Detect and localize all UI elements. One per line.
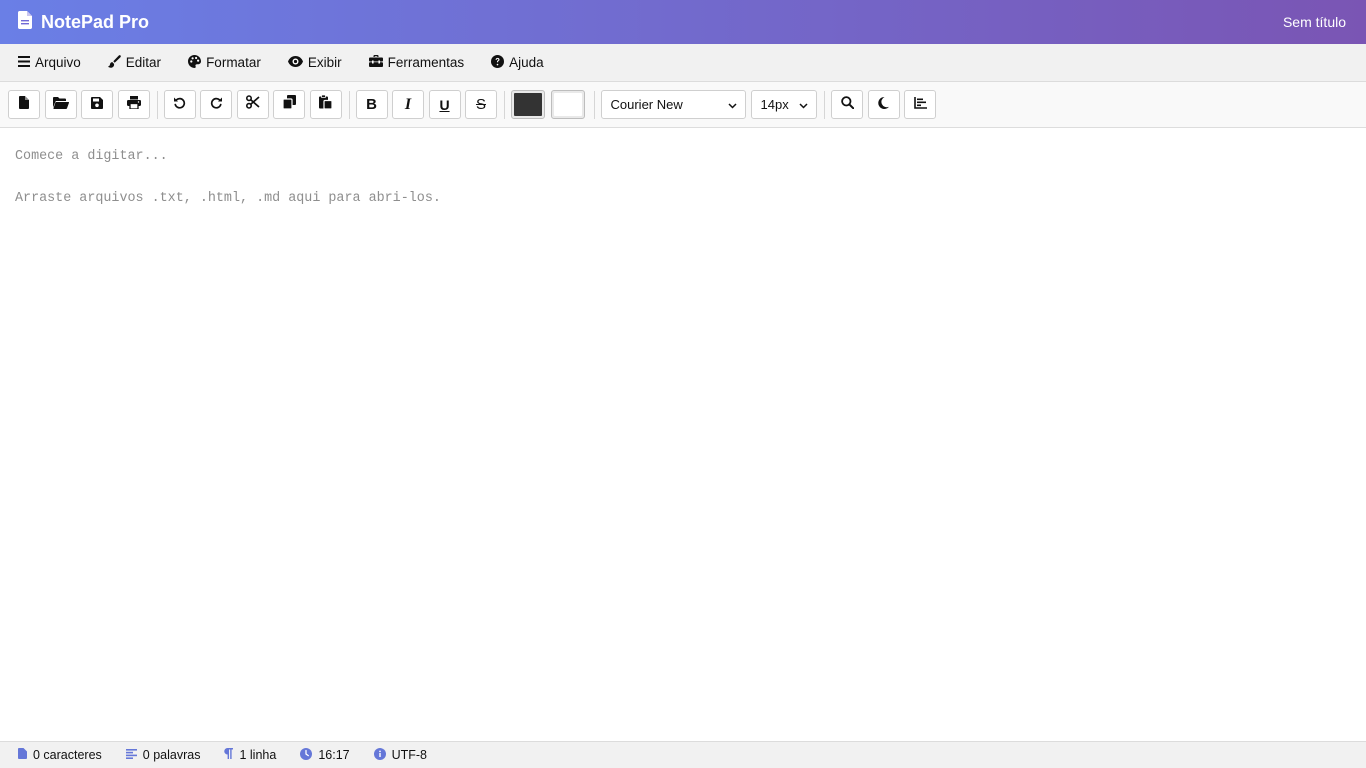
character-count: 0 caracteres xyxy=(18,748,102,762)
italic-button[interactable]: I xyxy=(392,90,424,119)
toolbox-icon xyxy=(368,55,383,70)
statistics-button[interactable] xyxy=(904,90,936,119)
menu-ajuda[interactable]: Ajuda xyxy=(491,54,544,71)
print-icon xyxy=(126,95,141,114)
new-file-button[interactable] xyxy=(8,90,40,119)
copy-icon xyxy=(281,95,296,114)
file-icon xyxy=(18,748,27,762)
toolbar-separator xyxy=(824,90,825,119)
text-color-picker[interactable] xyxy=(511,90,545,119)
title-bar: NotePad Pro Sem título xyxy=(0,0,1366,44)
clipboard-icon xyxy=(319,94,333,114)
toolbar: B I U S Courier New 14px xyxy=(0,82,1366,128)
paragraph-icon xyxy=(224,748,234,762)
new-file-icon xyxy=(19,95,29,114)
paste-button[interactable] xyxy=(309,90,342,119)
toolbar-separator xyxy=(504,90,505,119)
toolbar-separator xyxy=(156,90,158,119)
underline-button[interactable]: U xyxy=(428,90,461,119)
copy-button[interactable] xyxy=(273,90,305,119)
brand: NotePad Pro xyxy=(18,10,150,34)
menu-editar[interactable]: Editar xyxy=(107,54,162,71)
save-icon xyxy=(91,96,103,114)
moon-icon xyxy=(878,96,889,114)
bold-button[interactable]: B xyxy=(355,90,388,119)
redo-icon xyxy=(210,96,223,114)
open-folder-button[interactable] xyxy=(44,90,77,119)
line-count-text: 1 linha xyxy=(239,748,277,762)
menu-label: Formatar xyxy=(206,55,261,70)
app-name: NotePad Pro xyxy=(41,11,150,32)
menu-label: Ferramentas xyxy=(387,55,465,70)
word-count-text: 0 palavras xyxy=(142,748,201,762)
clock: 16:17 xyxy=(300,747,350,763)
menu-label: Ajuda xyxy=(509,55,544,70)
chevron-down-icon xyxy=(793,97,808,112)
editor-placeholder: Comece a digitar... Arraste arquivos .tx… xyxy=(15,149,441,206)
clock-icon xyxy=(300,747,313,763)
bars-icon xyxy=(18,55,30,70)
encoding: UTF-8 xyxy=(373,747,428,763)
toolbar-separator xyxy=(593,90,595,119)
menu-formatar[interactable]: Formatar xyxy=(188,54,261,71)
status-bar: 0 caracteres 0 palavras 1 linha 16:17 UT… xyxy=(0,741,1366,768)
background-color-swatch xyxy=(554,93,582,116)
menu-label: Arquivo xyxy=(35,55,81,70)
chart-bar-icon xyxy=(913,96,927,114)
background-color-picker[interactable] xyxy=(551,90,585,119)
align-left-icon xyxy=(125,748,137,762)
brush-icon xyxy=(107,54,121,71)
character-count-text: 0 caracteres xyxy=(33,748,102,762)
menu-bar: Arquivo Editar Formatar Exibir Ferrament… xyxy=(0,44,1366,82)
clock-text: 16:17 xyxy=(318,748,350,762)
font-size-value: 14px xyxy=(760,97,789,112)
menu-exibir[interactable]: Exibir xyxy=(287,55,342,70)
eye-icon xyxy=(287,55,303,70)
word-count: 0 palavras xyxy=(125,748,201,762)
dark-mode-button[interactable] xyxy=(867,90,900,119)
undo-icon xyxy=(173,96,186,114)
undo-button[interactable] xyxy=(163,90,196,119)
strikethrough-button[interactable]: S xyxy=(465,90,497,119)
toolbar-separator xyxy=(348,90,350,119)
search-icon xyxy=(840,95,854,114)
text-color-swatch xyxy=(514,93,542,116)
font-family-select[interactable]: Courier New xyxy=(600,90,746,119)
editor-area[interactable]: Comece a digitar... Arraste arquivos .tx… xyxy=(0,128,1366,741)
line-count: 1 linha xyxy=(224,748,276,762)
folder-open-icon xyxy=(52,96,69,114)
menu-label: Exibir xyxy=(307,55,342,70)
chevron-down-icon xyxy=(722,97,737,112)
question-circle-icon xyxy=(491,54,505,71)
save-button[interactable] xyxy=(81,90,113,119)
info-circle-icon xyxy=(373,747,386,763)
palette-icon xyxy=(188,54,202,71)
menu-arquivo[interactable]: Arquivo xyxy=(18,55,81,70)
encoding-text: UTF-8 xyxy=(391,748,428,762)
file-icon xyxy=(18,10,32,34)
print-button[interactable] xyxy=(117,90,150,119)
font-size-select[interactable]: 14px xyxy=(750,90,817,119)
document-title: Sem título xyxy=(1282,14,1346,30)
cut-button[interactable] xyxy=(236,90,269,119)
menu-ferramentas[interactable]: Ferramentas xyxy=(368,55,465,70)
menu-label: Editar xyxy=(125,55,162,70)
redo-button[interactable] xyxy=(200,90,232,119)
search-button[interactable] xyxy=(831,90,863,119)
scissors-icon xyxy=(245,95,260,114)
font-family-value: Courier New xyxy=(610,97,683,112)
